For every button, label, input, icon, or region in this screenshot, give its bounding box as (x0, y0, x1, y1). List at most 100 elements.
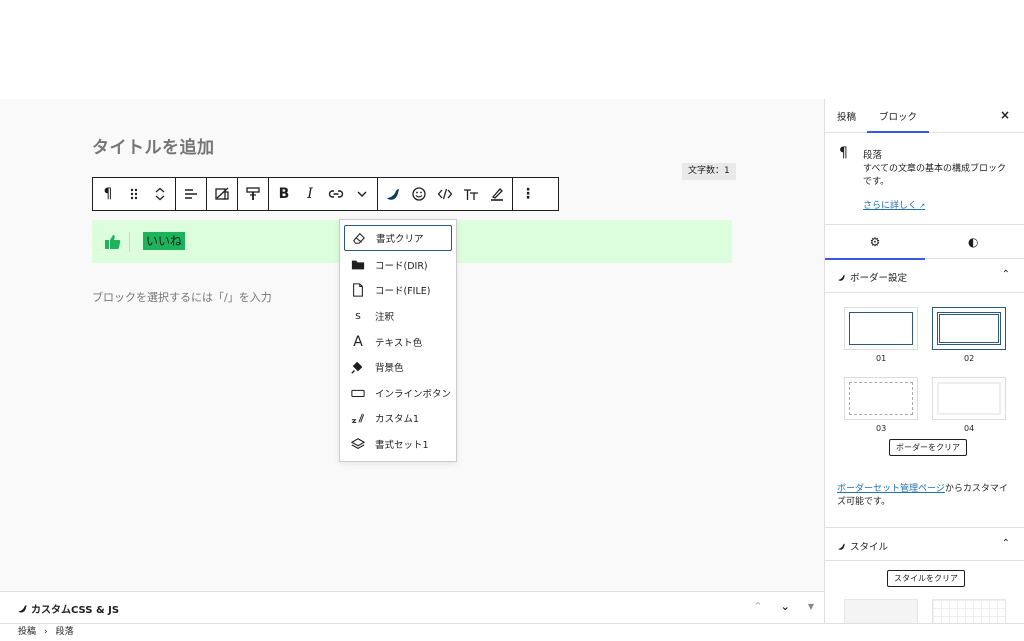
learn-more-label: さらに詳しく (863, 201, 918, 211)
tab-post[interactable]: 投稿 (837, 109, 856, 123)
paragraph-icon[interactable]: ¶ (95, 178, 121, 210)
menu-item-code-dir[interactable]: コード(DIR) (344, 252, 452, 278)
emoji-icon[interactable] (406, 178, 432, 210)
external-link-icon: ↗ (917, 202, 926, 210)
toolbar-group-style (238, 178, 269, 210)
eraser-icon (351, 230, 367, 246)
sidebar-tabs: 投稿 ブロック × (825, 99, 1024, 133)
paint-roller-icon[interactable] (240, 178, 266, 210)
code-icon[interactable] (432, 178, 458, 210)
clear-border-button[interactable]: ボーダーをクリア (889, 439, 967, 456)
breadcrumb-item-post[interactable]: 投稿 (18, 624, 36, 640)
style-preview[interactable] (932, 599, 1006, 623)
settings-style-tabs: ⚙ ◐ (825, 225, 1024, 260)
menu-item-annotation[interactable]: s 注釈 (344, 303, 452, 329)
swatch-preview (937, 382, 1001, 415)
link-icon[interactable] (323, 178, 349, 210)
learn-more-link[interactable]: さらに詳しく ↗ (863, 198, 925, 211)
paragraph-placeholder[interactable]: ブロックを選択するには「/」を入力 (92, 289, 272, 305)
border-note: ボーダーセット管理ページからカスタマイズ可能です。 (825, 483, 1024, 521)
tab-block[interactable]: ブロック (867, 109, 930, 133)
border-swatch-02[interactable] (932, 307, 1006, 350)
settings-sidebar: 投稿 ブロック × ¶ 段落 すべての文章の基本の構成ブロックです。 さらに詳し… (824, 99, 1024, 623)
border-swatch-03[interactable] (844, 377, 918, 420)
style-section: スタイルをクリア (825, 527, 1024, 623)
border-swatches: 01 02 03 04 ボーダーをクリア (825, 293, 1024, 493)
align-icon[interactable] (178, 178, 204, 210)
menu-item-label: 書式クリア (376, 234, 424, 245)
menu-item-format-set1[interactable]: 書式セット1 (344, 431, 452, 457)
fill-icon (350, 359, 366, 375)
toolbar-group-more: ⋮ (513, 178, 543, 210)
section-title: ボーダー設定 (837, 270, 907, 284)
format-dropdown-menu: 書式クリア コード(DIR) コード(FILE) s 注釈 A テキスト色 背景… (339, 219, 457, 462)
more-options-icon[interactable]: ⋮ (515, 178, 541, 210)
border-set-manage-link[interactable]: ボーダーセット管理ページ (837, 484, 945, 494)
word-count-badge: 文字数：1 (682, 163, 736, 180)
menu-item-code-file[interactable]: コード(FILE) (344, 278, 452, 304)
menu-item-clear-format[interactable]: 書式クリア (344, 225, 452, 251)
menu-item-label: 書式セット1 (375, 439, 429, 451)
thumbs-up-icon (105, 235, 121, 249)
toolbar-group-image (207, 178, 238, 210)
swatch-label: 03 (876, 424, 887, 433)
panel-title-text: カスタムCSS & JS (31, 605, 120, 616)
post-title-input[interactable]: タイトルを追加 (92, 133, 215, 158)
swatch-label: 01 (876, 354, 887, 363)
swatch-label: 04 (964, 424, 975, 433)
panel-title[interactable]: カスタムCSS & JS (17, 601, 119, 616)
editor-canvas[interactable]: タイトルを追加 文字数：1 ¶ B I ⋮ いいね ブロックを選択するには「/」… (0, 99, 824, 591)
style-preview[interactable] (844, 599, 918, 623)
swatch-label: 02 (964, 354, 975, 363)
border-swatch-01[interactable] (844, 307, 918, 350)
custom-icon (350, 410, 366, 426)
caret-down-icon[interactable]: ▼ (808, 602, 814, 613)
menu-item-label: インラインボタン (375, 388, 452, 400)
menu-item-label: 背景色 (375, 363, 404, 375)
menu-item-custom1[interactable]: カスタム1 (344, 406, 452, 432)
border-swatch-04[interactable] (932, 377, 1006, 420)
toolbar-group-format: B I (269, 178, 378, 210)
button-icon (350, 385, 366, 401)
toolbar-group-block: ¶ (93, 178, 176, 210)
text-size-icon[interactable] (458, 178, 484, 210)
divider (129, 232, 130, 252)
drag-handle-icon[interactable] (121, 178, 147, 210)
bold-icon[interactable]: B (271, 178, 297, 210)
menu-item-label: コード(DIR) (375, 260, 428, 272)
swatch-preview (849, 382, 913, 415)
text-color-icon: A (353, 333, 363, 350)
move-up-down-icon[interactable] (147, 178, 173, 210)
paragraph-icon: ¶ (839, 145, 848, 161)
toolbar-group-align (176, 178, 207, 210)
chevron-down-icon[interactable] (349, 178, 375, 210)
gear-icon[interactable]: ⚙ (825, 235, 925, 260)
italic-icon[interactable]: I (297, 178, 323, 210)
folder-icon (350, 257, 366, 273)
menu-item-bg-color[interactable]: 背景色 (344, 354, 452, 380)
image-toggle-icon[interactable] (209, 178, 235, 210)
block-title: 段落 (863, 150, 883, 161)
border-section-title: ボーダー設定 (850, 273, 908, 284)
menu-item-inline-button[interactable]: インラインボタン (344, 380, 452, 406)
breadcrumb-item-paragraph[interactable]: 段落 (56, 624, 74, 640)
block-description: すべての文章の基本の構成ブロックです。 (863, 164, 1007, 187)
highlighted-text[interactable]: いいね (143, 232, 186, 250)
swatch-preview (937, 312, 1001, 345)
menu-item-text-color[interactable]: A テキスト色 (344, 329, 452, 355)
menu-item-label: テキスト色 (375, 337, 423, 349)
custom-css-js-panel: カスタムCSS & JS ⌃ ⌄ ▼ (0, 591, 824, 623)
swatch-preview (849, 312, 913, 345)
layers-icon (350, 436, 366, 452)
chevron-up-icon[interactable]: ⌃ (1002, 269, 1010, 280)
clear-style-button[interactable]: スタイルをクリア (887, 570, 965, 587)
highlighter-icon[interactable] (484, 178, 510, 210)
brand-icon[interactable] (380, 178, 406, 210)
chevron-up-icon[interactable]: ⌃ (753, 600, 762, 613)
block-card: ¶ 段落 すべての文章の基本の構成ブロックです。 さらに詳しく ↗ (825, 133, 1024, 225)
contrast-icon[interactable]: ◐ (968, 235, 978, 249)
border-settings-header[interactable]: ボーダー設定 ⌃ (825, 259, 1024, 293)
close-icon[interactable]: × (1000, 108, 1010, 122)
brand-icon (18, 605, 27, 613)
chevron-down-icon[interactable]: ⌄ (781, 600, 790, 613)
